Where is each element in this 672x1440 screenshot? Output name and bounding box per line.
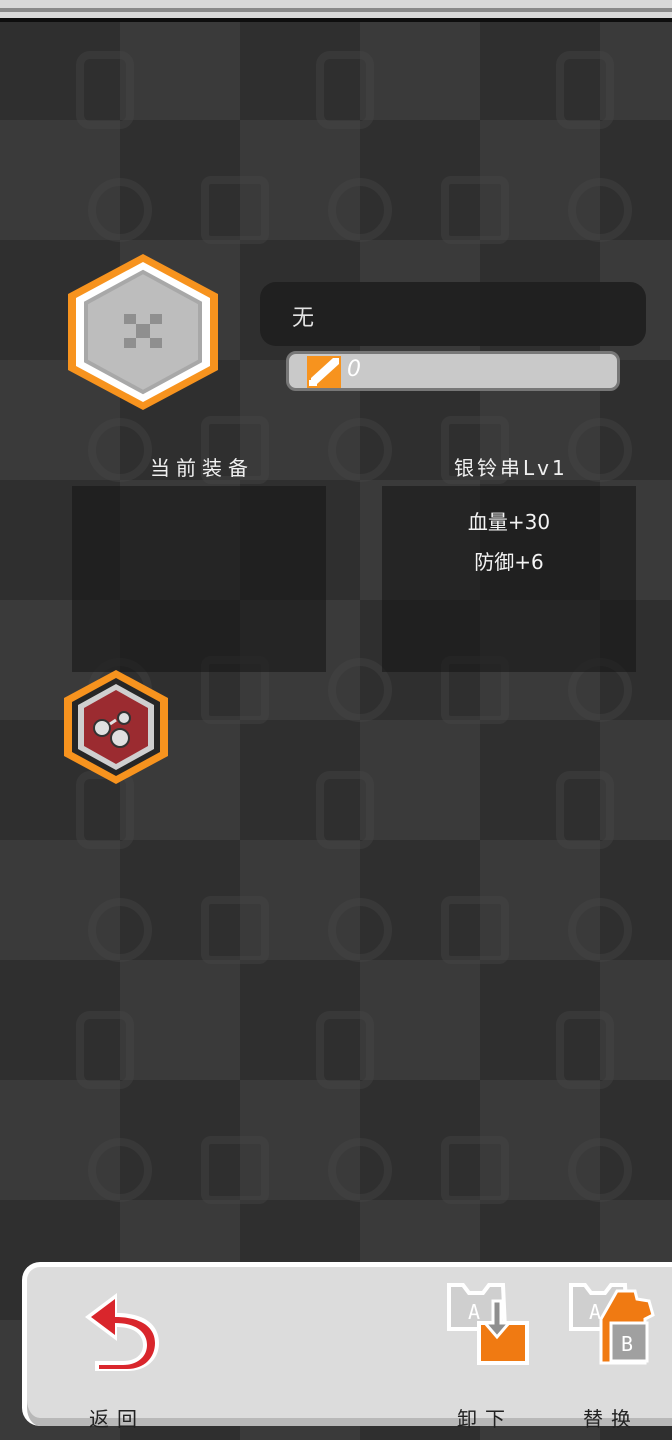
equipment-name: 无 [292, 306, 315, 331]
unequip-label: 卸下 [457, 1407, 513, 1431]
swap-armor-icon: A B [569, 1283, 655, 1365]
replace-button[interactable]: A B 替换 [563, 1279, 659, 1431]
stat-hp: 血量+30 [467, 510, 551, 534]
power-bar: 0 [286, 351, 620, 391]
unequip-armor-icon: A [447, 1283, 529, 1365]
svg-text:A: A [589, 1300, 601, 1324]
replace-label: 替换 [583, 1407, 639, 1431]
action-bar: 返回 A 卸下 A B 替换 [22, 1262, 672, 1431]
bell-string-icon [64, 670, 168, 784]
svg-text:A: A [468, 1300, 480, 1324]
current-equipment-label: 当前装备 [150, 456, 254, 480]
unequip-button[interactable]: A 卸下 [437, 1279, 533, 1431]
candidate-equipment-label: 银铃串Lv1 [454, 456, 568, 480]
candidate-stats-panel: 血量+30 防御+6 [382, 486, 636, 672]
equipped-slot[interactable] [60, 252, 226, 412]
inventory-item[interactable] [60, 668, 172, 786]
sword-icon [307, 356, 341, 388]
svg-text:B: B [621, 1332, 633, 1356]
crossed-swords-icon [68, 254, 218, 410]
back-label: 返回 [89, 1407, 145, 1431]
equipment-name-panel: 无 [260, 282, 646, 346]
stat-defense: 防御+6 [474, 550, 544, 574]
power-value: 0 [347, 357, 361, 382]
current-stats-panel [72, 486, 326, 672]
back-button[interactable]: 返回 [67, 1287, 167, 1431]
return-arrow-icon [85, 1293, 159, 1371]
